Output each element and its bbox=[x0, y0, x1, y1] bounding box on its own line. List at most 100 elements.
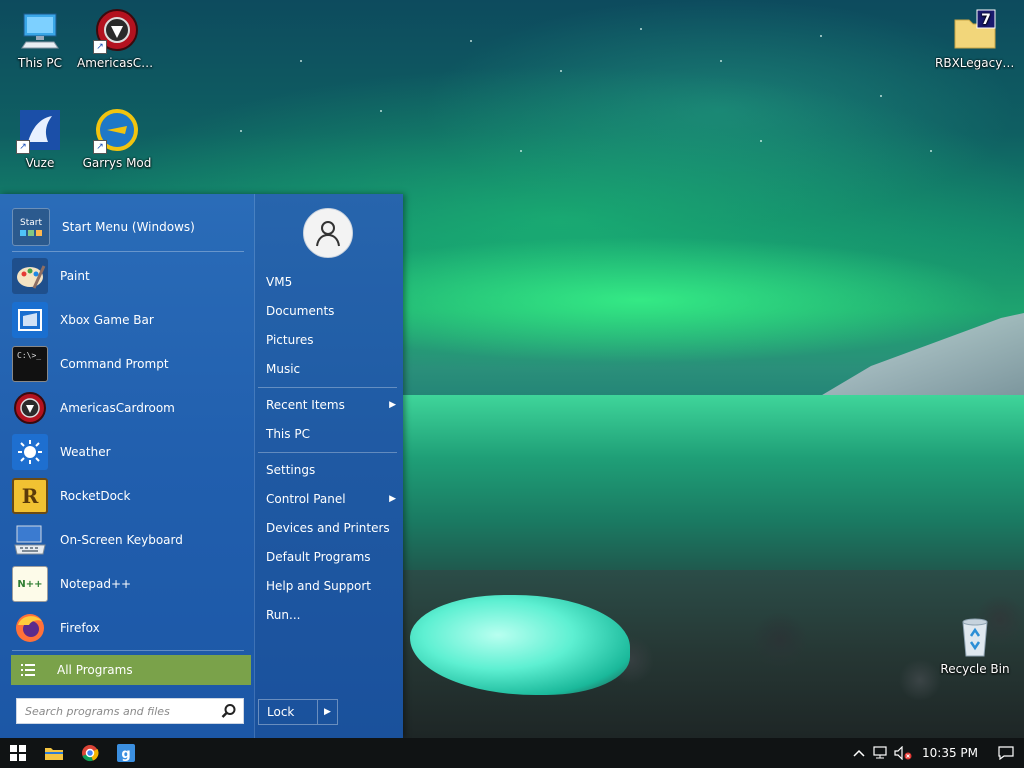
pinned-item-weather[interactable]: Weather bbox=[12, 432, 250, 472]
separator bbox=[258, 387, 397, 388]
pinned-item-label: Weather bbox=[60, 445, 111, 459]
rocketdock-icon: R bbox=[12, 478, 48, 514]
desktop-icon-label: This PC bbox=[18, 56, 62, 70]
desktop-icon-americascardroom[interactable]: ↗ AmericasCa... bbox=[77, 8, 157, 70]
chevron-right-icon: ▶ bbox=[389, 494, 396, 504]
separator bbox=[12, 251, 244, 252]
clock[interactable]: 10:35 PM bbox=[922, 746, 978, 760]
desktop-icon-label: Garrys Mod bbox=[82, 156, 152, 170]
shortcut-arrow-icon: ↗ bbox=[93, 40, 107, 54]
recent-items-menu[interactable]: Recent Items ▶ bbox=[266, 394, 396, 416]
pinned-item-label: Notepad++ bbox=[60, 577, 132, 591]
pinned-item-xbox-game-bar[interactable]: Xbox Game Bar bbox=[12, 300, 250, 340]
default-programs-link[interactable]: Default Programs bbox=[266, 546, 396, 568]
firefox-icon bbox=[12, 610, 48, 646]
pinned-item-on-screen-keyboard[interactable]: On-Screen Keyboard bbox=[12, 520, 250, 560]
volume-tray-button[interactable] bbox=[892, 738, 914, 768]
shortcut-arrow-icon: ↗ bbox=[16, 140, 30, 154]
desktop-icon-garrys-mod[interactable]: ↗ Garrys Mod bbox=[77, 108, 157, 170]
control-panel-menu[interactable]: Control Panel ▶ bbox=[266, 488, 396, 510]
start-menu: Start Start Menu (Windows) Paint Xbox Ga… bbox=[0, 194, 403, 738]
start-menu-programs-column: Start Start Menu (Windows) Paint Xbox Ga… bbox=[0, 194, 254, 738]
svg-text:7: 7 bbox=[981, 12, 991, 28]
command-prompt-icon: C:\>_ bbox=[12, 346, 48, 382]
action-center-button[interactable] bbox=[988, 738, 1024, 768]
recycle-bin-icon bbox=[962, 618, 988, 657]
lake bbox=[400, 395, 1024, 575]
pinned-item-americascardroom[interactable]: AmericasCardroom bbox=[12, 388, 250, 428]
volume-muted-icon bbox=[894, 746, 912, 760]
desktop-icon-recycle-bin[interactable]: Recycle Bin bbox=[935, 614, 1015, 676]
pinned-item-command-prompt[interactable]: C:\>_ Command Prompt bbox=[12, 344, 250, 384]
desktop-icon-rbxlegacy[interactable]: 7 RBXLegacy_... bbox=[935, 8, 1015, 70]
menu-item-label: This PC bbox=[266, 427, 310, 441]
svg-text:g: g bbox=[121, 747, 130, 762]
g-app-icon: g bbox=[117, 744, 135, 762]
this-pc-link[interactable]: This PC bbox=[266, 423, 396, 445]
xbox-game-bar-icon bbox=[12, 302, 48, 338]
user-name: VM5 bbox=[266, 275, 293, 289]
chrome-icon bbox=[82, 745, 99, 762]
pinned-item-label: Command Prompt bbox=[60, 357, 169, 371]
notification-icon bbox=[998, 746, 1014, 760]
pinned-item-paint[interactable]: Paint bbox=[12, 256, 250, 296]
separator bbox=[258, 452, 397, 453]
notepad-plus-plus-icon: N++ bbox=[12, 566, 48, 602]
start-menu-header-item[interactable]: Start Start Menu (Windows) bbox=[12, 207, 250, 247]
help-and-support-link[interactable]: Help and Support bbox=[266, 575, 396, 597]
menu-item-label: Help and Support bbox=[266, 579, 371, 593]
pinned-item-notepad-plus-plus[interactable]: N++ Notepad++ bbox=[12, 564, 250, 604]
desktop-icon-vuze[interactable]: ↗ Vuze bbox=[0, 108, 80, 170]
menu-item-label: Music bbox=[266, 362, 301, 376]
pinned-item-label: Firefox bbox=[60, 621, 100, 635]
network-tray-button[interactable] bbox=[870, 738, 892, 768]
user-folder-link[interactable]: VM5 bbox=[266, 271, 396, 293]
pinned-item-label: On-Screen Keyboard bbox=[60, 533, 183, 547]
network-icon bbox=[873, 746, 887, 759]
chevron-up-icon bbox=[853, 749, 865, 757]
settings-link[interactable]: Settings bbox=[266, 459, 396, 481]
desktop-icon-label: Recycle Bin bbox=[940, 662, 1010, 676]
run-link[interactable]: Run... bbox=[266, 604, 396, 626]
taskbar-app-g[interactable]: g bbox=[108, 738, 144, 768]
desktop-icon-label: Vuze bbox=[25, 156, 55, 170]
desktop-icon-this-pc[interactable]: This PC bbox=[0, 8, 80, 70]
menu-item-label: Pictures bbox=[266, 333, 314, 347]
chevron-right-icon: ▶ bbox=[389, 400, 396, 410]
pinned-item-rocketdock[interactable]: R RocketDock bbox=[12, 476, 250, 516]
all-programs-button[interactable]: All Programs bbox=[11, 655, 251, 685]
command-prompt-icon-text: C:\>_ bbox=[17, 351, 42, 360]
pinned-item-label: RocketDock bbox=[60, 489, 131, 503]
search-box[interactable] bbox=[16, 698, 244, 724]
devices-and-printers-link[interactable]: Devices and Printers bbox=[266, 517, 396, 539]
search-icon[interactable] bbox=[221, 703, 237, 719]
weather-icon bbox=[12, 434, 48, 470]
desktop-icon-label: RBXLegacy_... bbox=[935, 56, 1015, 70]
chevron-right-icon[interactable]: ▶ bbox=[316, 700, 337, 724]
taskbar-chrome[interactable] bbox=[72, 738, 108, 768]
list-icon bbox=[21, 664, 35, 676]
pinned-item-label: AmericasCardroom bbox=[60, 401, 175, 415]
start-button[interactable] bbox=[0, 738, 36, 768]
start-menu-places-column: VM5 Documents Pictures Music Recent Item… bbox=[255, 194, 403, 738]
search-input[interactable] bbox=[23, 703, 217, 719]
menu-item-label: Run... bbox=[266, 608, 301, 622]
lock-label: Lock bbox=[267, 705, 295, 719]
pinned-item-firefox[interactable]: Firefox bbox=[12, 608, 250, 648]
menu-item-label: Settings bbox=[266, 463, 316, 477]
keyboard-icon bbox=[12, 522, 48, 558]
show-hidden-icons-button[interactable] bbox=[848, 738, 870, 768]
documents-link[interactable]: Documents bbox=[266, 300, 396, 322]
taskbar: g 10:35 PM bbox=[0, 738, 1024, 768]
separator bbox=[12, 650, 244, 651]
pictures-link[interactable]: Pictures bbox=[266, 329, 396, 351]
menu-item-label: Devices and Printers bbox=[266, 521, 390, 535]
lock-button[interactable]: Lock ▶ bbox=[258, 699, 338, 725]
americascardroom-icon bbox=[12, 390, 48, 426]
all-programs-label: All Programs bbox=[57, 663, 133, 677]
music-link[interactable]: Music bbox=[266, 358, 396, 380]
avatar[interactable] bbox=[303, 208, 353, 258]
start-menu-app-icon-text: Start bbox=[20, 218, 42, 228]
taskbar-file-explorer[interactable] bbox=[36, 738, 72, 768]
folder-icon: 7 bbox=[954, 9, 996, 49]
